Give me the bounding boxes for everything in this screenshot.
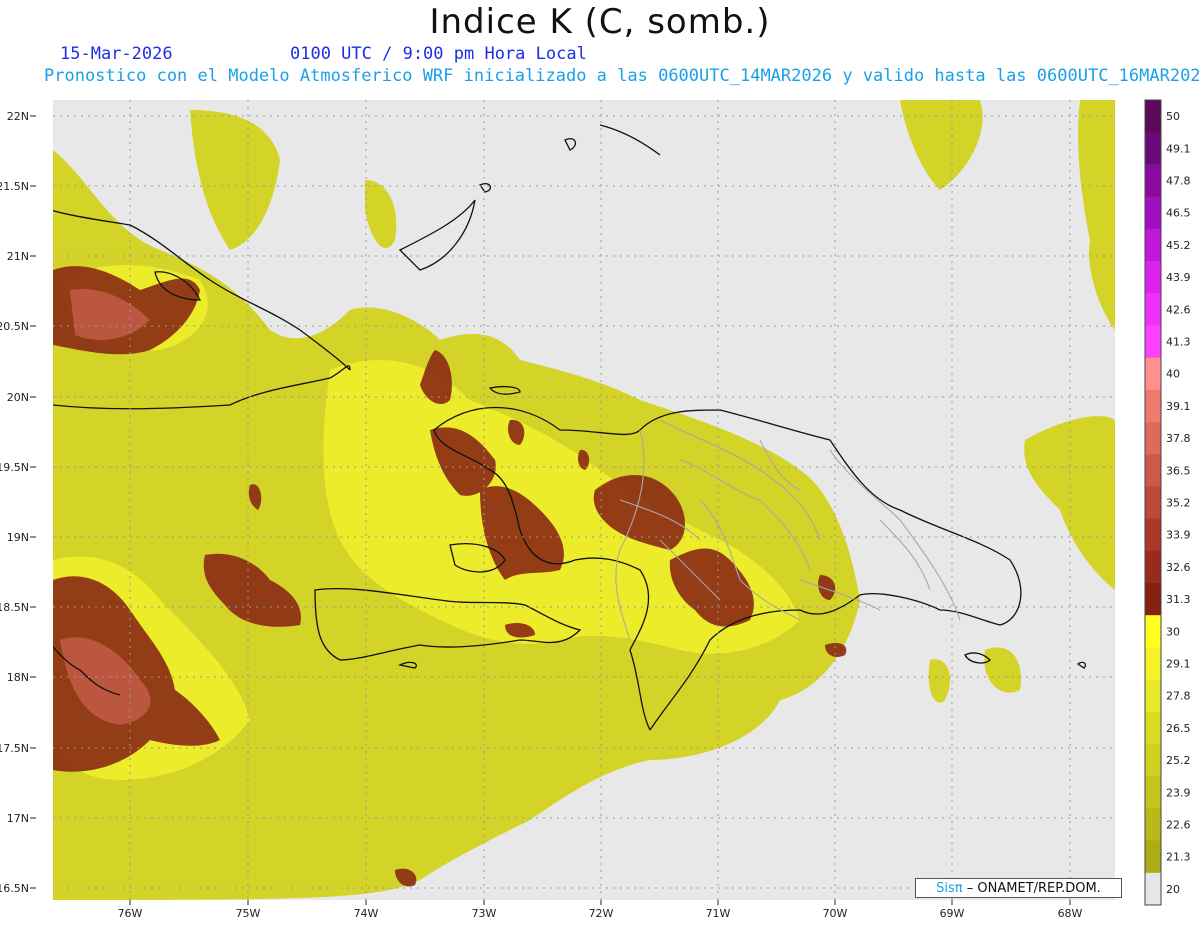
colorbar-swatch (1145, 100, 1161, 133)
colorbar-label: 20 (1166, 883, 1180, 896)
forecast-date: 15-Mar-2026 (60, 44, 173, 64)
lon-label: 72W (589, 907, 614, 920)
lon-label: 68W (1058, 907, 1083, 920)
colorbar-swatch (1145, 808, 1161, 842)
colorbar-label: 37.8 (1166, 432, 1191, 445)
colorbar-label: 36.5 (1166, 464, 1191, 477)
lat-label: 21N (7, 250, 29, 263)
colorbar-label: 46.5 (1166, 207, 1191, 220)
colorbar-label: 43.9 (1166, 271, 1191, 284)
colorbar-label: 50 (1166, 110, 1180, 123)
colorbar-swatch (1145, 422, 1161, 455)
lat-label: 17.5N (0, 742, 29, 755)
lat-label: 17N (7, 812, 29, 825)
credit-text: – ONAMET/REP.DOM. (966, 881, 1101, 896)
colorbar-label: 40 (1166, 368, 1180, 381)
lat-label: 18.5N (0, 601, 29, 614)
colorbar-label: 33.9 (1166, 529, 1191, 542)
lon-ticks (129, 900, 1071, 905)
lat-label: 21.5N (0, 180, 29, 193)
colorbar-swatch (1145, 164, 1161, 198)
colorbar-label: 42.6 (1166, 303, 1191, 316)
lat-label: 19N (7, 531, 29, 544)
colorbar-label: 29.1 (1166, 658, 1191, 671)
colorbar-label: 31.3 (1166, 593, 1191, 606)
lat-label: 20N (7, 391, 29, 404)
colorbar-label: 41.3 (1166, 336, 1191, 349)
lon-label: 76W (118, 907, 143, 920)
colorbar-swatch (1145, 615, 1161, 648)
forecast-time: 0100 UTC / 9:00 pm Hora Local (290, 44, 587, 64)
colorbar-swatch (1145, 550, 1161, 584)
longitude-labels: 76W 75W 74W 73W 72W 71W 70W 69W 68W (118, 907, 1083, 920)
lat-label: 16.5N (0, 882, 29, 895)
page-title: Indice K (C, somb.) (429, 2, 771, 42)
colorbar-swatch (1145, 744, 1161, 777)
colorbar-swatch (1145, 196, 1161, 230)
colorbar-swatch (1145, 840, 1161, 874)
colorbar-label: 30 (1166, 625, 1180, 638)
colorbar-swatch (1145, 518, 1161, 552)
credit-box: Sisπ – ONAMET/REP.DOM. (915, 878, 1122, 898)
colorbar-label: 32.6 (1166, 561, 1191, 574)
colorbar-swatch (1145, 261, 1161, 294)
latitude-labels: 22N 21.5N 21N 20.5N 20N 19.5N 19N 18.5N … (0, 110, 29, 895)
lat-label: 19.5N (0, 461, 29, 474)
colorbar: 50 49.1 47.8 46.5 45.2 43.9 42.6 41.3 40 39.1 37.8… (1144, 99, 1191, 906)
colorbar-swatch (1145, 647, 1161, 681)
colorbar-swatch (1145, 872, 1161, 906)
colorbar-label: 27.8 (1166, 690, 1191, 703)
colorbar-label: 22.6 (1166, 819, 1191, 832)
lat-ticks (30, 115, 36, 889)
colorbar-swatch (1145, 583, 1161, 616)
colorbar-label: 26.5 (1166, 722, 1191, 735)
colorbar-swatch (1145, 679, 1161, 713)
colorbar-swatch (1145, 711, 1161, 745)
lon-label: 69W (940, 907, 965, 920)
colorbar-swatch (1145, 389, 1161, 423)
lon-label: 75W (236, 907, 261, 920)
map-canvas: 22N 21.5N 21N 20.5N 20N 19.5N 19N 18.5N … (0, 99, 1191, 920)
colorbar-swatch (1145, 454, 1161, 487)
lon-label: 74W (354, 907, 379, 920)
lon-label: 70W (823, 907, 848, 920)
colorbar-label: 23.9 (1166, 786, 1191, 799)
colorbar-swatch (1145, 776, 1161, 809)
colorbar-swatch (1145, 293, 1161, 326)
colorbar-swatch (1145, 357, 1161, 391)
colorbar-label: 21.3 (1166, 851, 1191, 864)
brand-logo-text: Sisπ (936, 881, 963, 896)
colorbar-label: 47.8 (1166, 175, 1191, 188)
lat-label: 18N (7, 671, 29, 684)
lon-label: 71W (706, 907, 731, 920)
lat-label: 22N (7, 110, 29, 123)
colorbar-swatch (1145, 325, 1161, 359)
lon-label: 73W (472, 907, 497, 920)
colorbar-label: 39.1 (1166, 400, 1191, 413)
colorbar-swatch (1145, 486, 1161, 520)
colorbar-swatch (1145, 132, 1161, 165)
lat-label: 20.5N (0, 320, 29, 333)
colorbar-label: 35.2 (1166, 497, 1191, 510)
model-subtitle: Pronostico con el Modelo Atmosferico WRF… (44, 66, 1200, 86)
colorbar-label: 49.1 (1166, 142, 1191, 155)
colorbar-label: 25.2 (1166, 754, 1191, 767)
colorbar-swatch (1145, 228, 1161, 262)
colorbar-label: 45.2 (1166, 239, 1191, 252)
